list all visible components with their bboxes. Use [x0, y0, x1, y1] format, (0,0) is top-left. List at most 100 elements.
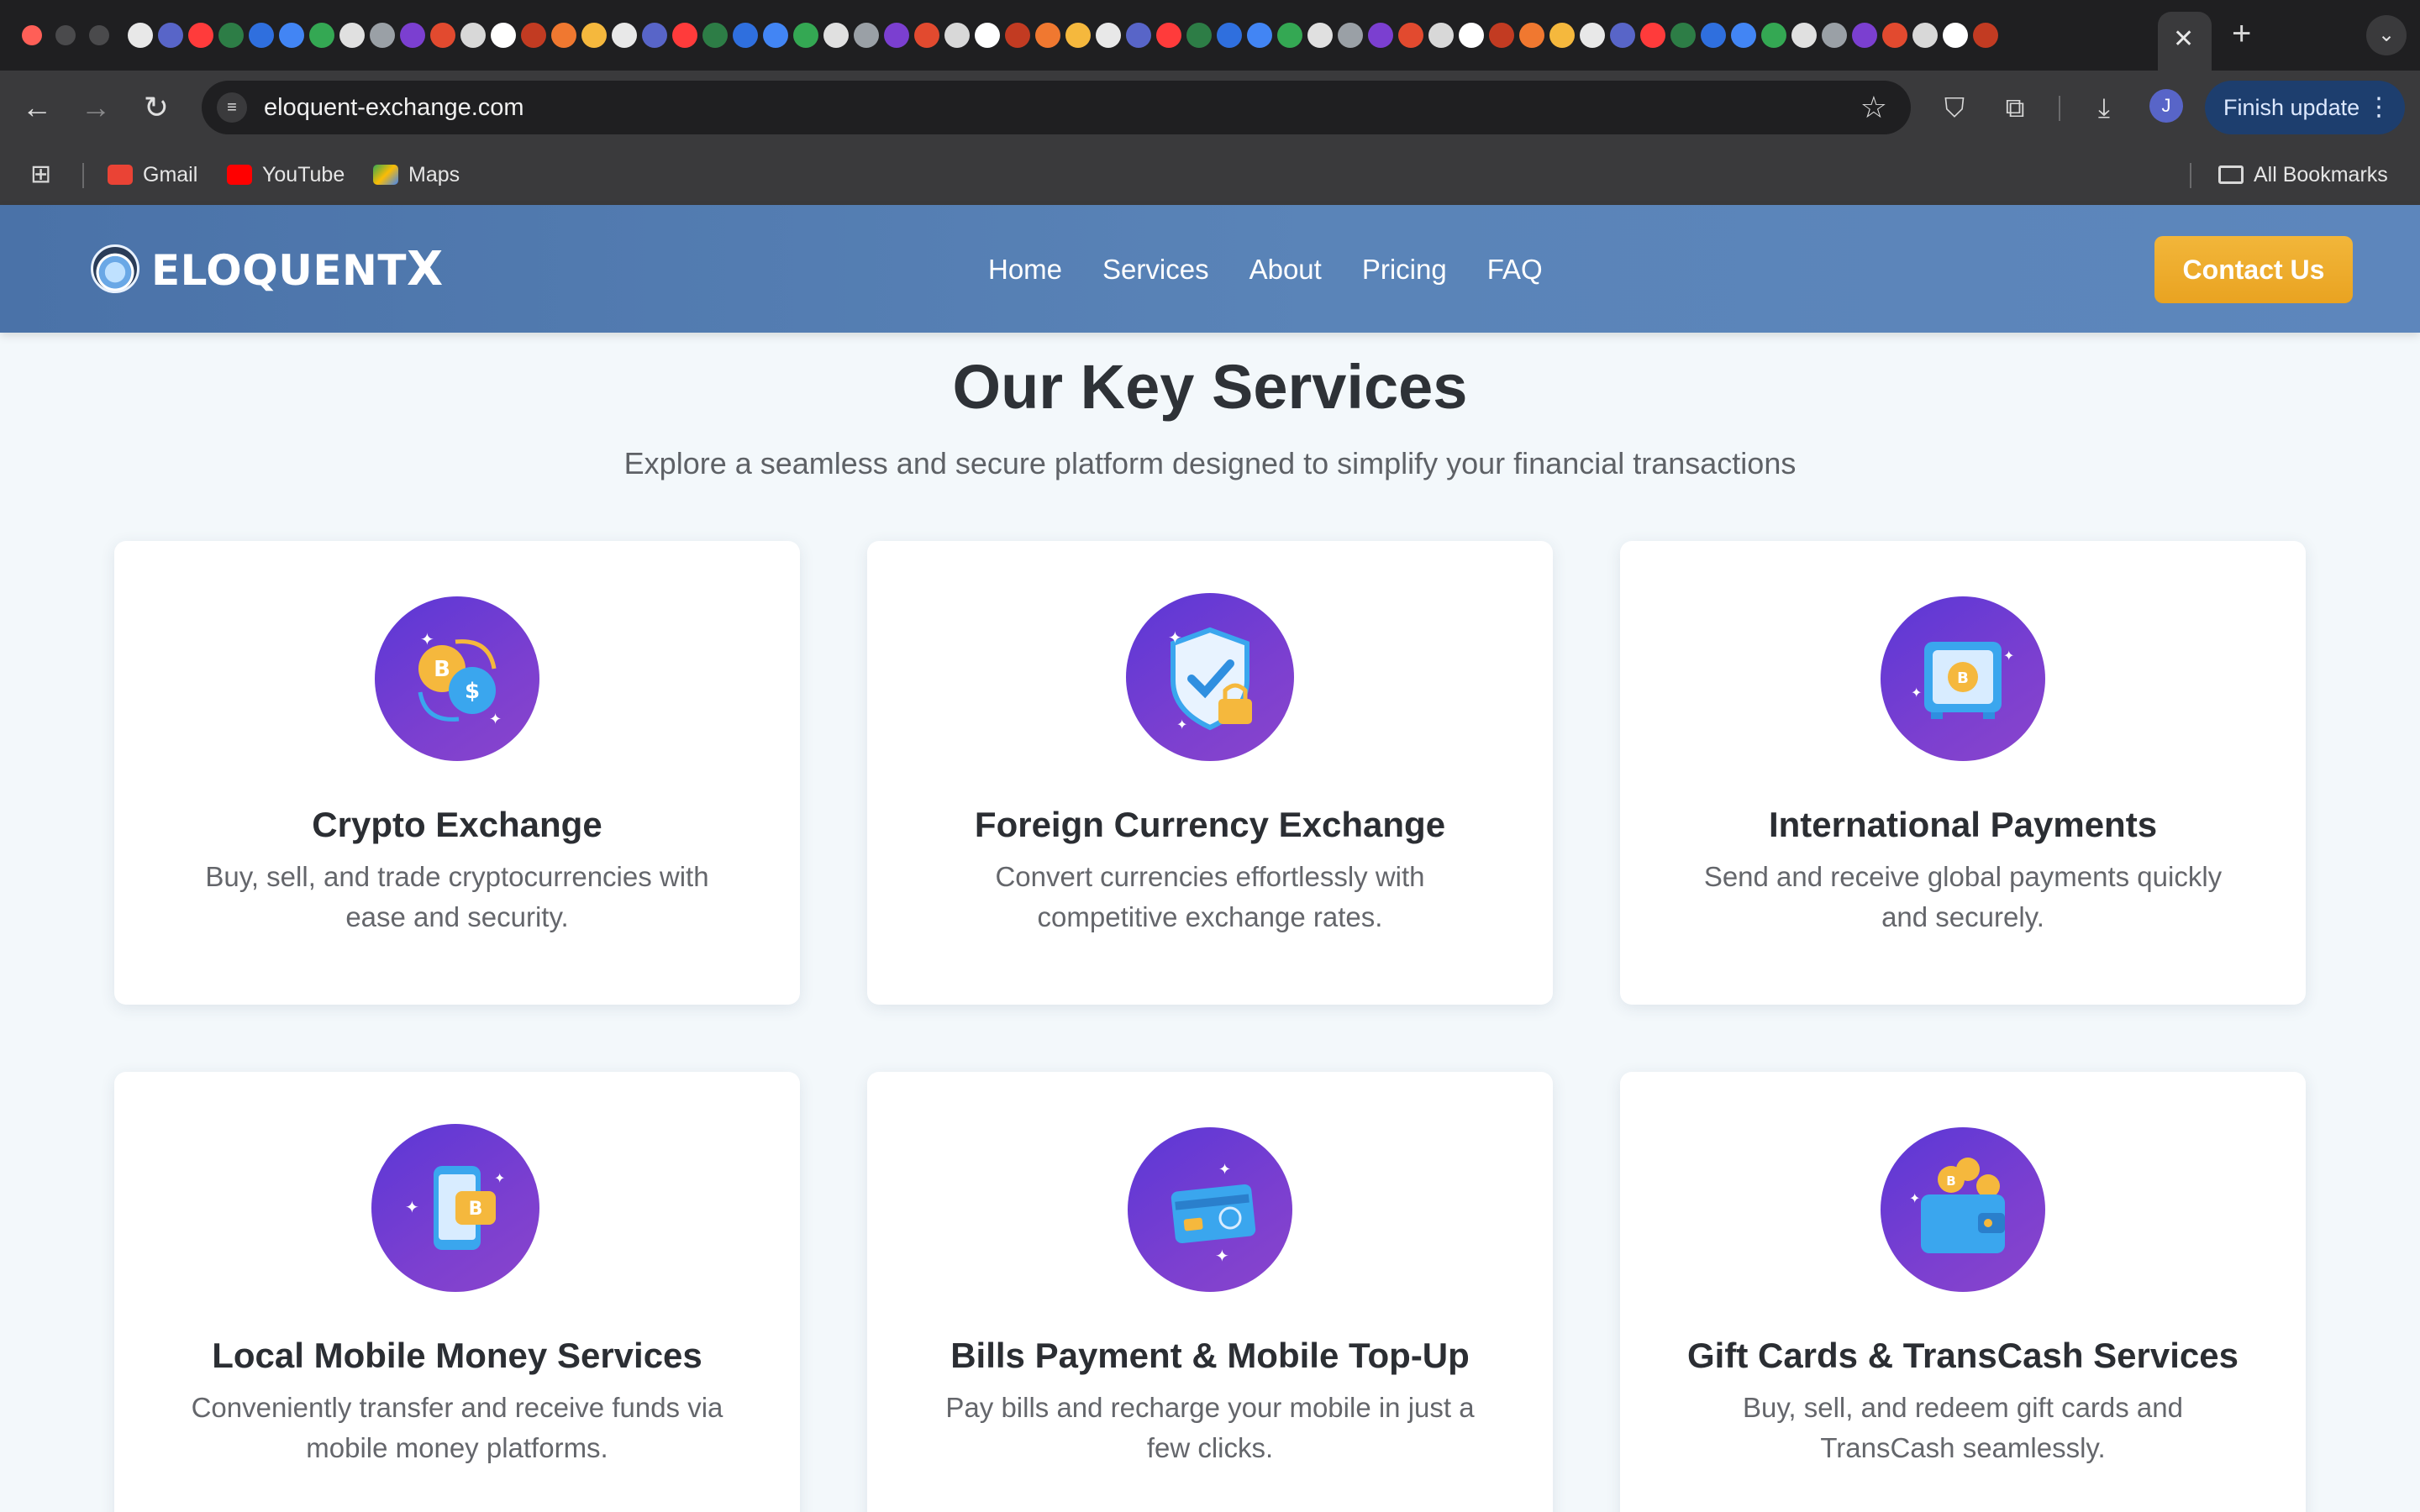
pinned-tab-favicon[interactable]: [1701, 23, 1726, 48]
pinned-tab-favicon[interactable]: [309, 23, 334, 48]
pinned-tab-favicon[interactable]: [1096, 23, 1121, 48]
pinned-tab-favicon[interactable]: [1761, 23, 1786, 48]
pinned-tab-favicon[interactable]: [1126, 23, 1151, 48]
pinned-tab-favicon[interactable]: [823, 23, 849, 48]
nav-about[interactable]: About: [1249, 249, 1322, 291]
pinned-tab-favicon[interactable]: [1912, 23, 1938, 48]
pinned-tab-favicon[interactable]: [763, 23, 788, 48]
pinned-tab-favicon[interactable]: [1882, 23, 1907, 48]
pinned-tab-favicon[interactable]: [1156, 23, 1181, 48]
reload-icon[interactable]: ↻: [138, 89, 175, 126]
pinned-tab-favicon[interactable]: [1519, 23, 1544, 48]
pinned-tab-favicon[interactable]: [1398, 23, 1423, 48]
all-bookmarks-button[interactable]: All Bookmarks: [2218, 160, 2388, 190]
pinned-tab-favicon[interactable]: [218, 23, 244, 48]
extensions-puzzle-icon[interactable]: ⧉: [1996, 89, 2033, 126]
pinned-tab-favicon[interactable]: [188, 23, 213, 48]
finish-update-button[interactable]: Finish update ⋮: [2205, 81, 2405, 134]
service-card-bills[interactable]: ✦ ✦ Bills Payment & Mobile Top-Up Pay bi…: [867, 1072, 1553, 1512]
pinned-tab-favicon[interactable]: [1489, 23, 1514, 48]
window-minimize-button[interactable]: [55, 25, 76, 45]
pinned-tab-favicon[interactable]: [1035, 23, 1060, 48]
site-logo[interactable]: ELOQUENTX: [91, 242, 444, 297]
pinned-tab-favicon[interactable]: [339, 23, 365, 48]
pinned-tab-favicon[interactable]: [1247, 23, 1272, 48]
bookmark-star-icon[interactable]: ☆: [1860, 89, 1887, 126]
service-card-gift-cards[interactable]: B ✦ Gift Cards & TransCash Services Buy,…: [1620, 1072, 2306, 1512]
url-text[interactable]: eloquent-exchange.com: [264, 94, 524, 121]
pinned-tab-favicon[interactable]: [975, 23, 1000, 48]
pinned-tab-favicon[interactable]: [1973, 23, 1998, 48]
pinned-tab-favicon[interactable]: [1580, 23, 1605, 48]
bookmark-youtube[interactable]: YouTube: [227, 160, 345, 190]
site-info-icon[interactable]: ≡: [217, 92, 247, 123]
service-card-crypto[interactable]: B $ ✦ ✦ Crypto Exchange Buy, sell, and t…: [114, 541, 800, 1005]
nav-services[interactable]: Services: [1102, 249, 1209, 291]
service-card-forex[interactable]: ✦ ✦ Foreign Currency Exchange Convert cu…: [867, 541, 1553, 1005]
tab-close-icon[interactable]: ✕: [2173, 27, 2194, 52]
pinned-tab-favicon[interactable]: [1459, 23, 1484, 48]
pinned-tab-favicon[interactable]: [1731, 23, 1756, 48]
pinned-tab-favicon[interactable]: [460, 23, 486, 48]
address-bar[interactable]: ≡ eloquent-exchange.com ☆: [202, 81, 1911, 134]
pinned-tab-favicon[interactable]: [581, 23, 607, 48]
shield-extension-icon[interactable]: ⛉: [1936, 89, 1973, 126]
pinned-tab-favicon[interactable]: [158, 23, 183, 48]
pinned-tab-favicon[interactable]: [1005, 23, 1030, 48]
pinned-tab-favicon[interactable]: [128, 23, 153, 48]
pinned-tab-favicon[interactable]: [1943, 23, 1968, 48]
pinned-tab-favicon[interactable]: [914, 23, 939, 48]
pinned-tab-favicons[interactable]: [128, 20, 2153, 50]
pinned-tab-favicon[interactable]: [612, 23, 637, 48]
pinned-tab-favicon[interactable]: [521, 23, 546, 48]
tab-search-chevron-icon[interactable]: ⌄: [2366, 15, 2407, 55]
pinned-tab-favicon[interactable]: [672, 23, 697, 48]
forward-arrow-icon[interactable]: →: [77, 89, 114, 126]
pinned-tab-favicon[interactable]: [1277, 23, 1302, 48]
pinned-tab-favicon[interactable]: [1186, 23, 1212, 48]
pinned-tab-favicon[interactable]: [551, 23, 576, 48]
bookmark-maps[interactable]: Maps: [373, 160, 460, 190]
pinned-tab-favicon[interactable]: [793, 23, 818, 48]
nav-home[interactable]: Home: [988, 249, 1062, 291]
download-icon[interactable]: ⤓: [2086, 89, 2123, 126]
contact-us-button[interactable]: Contact Us: [2154, 236, 2353, 303]
pinned-tab-favicon[interactable]: [491, 23, 516, 48]
pinned-tab-favicon[interactable]: [642, 23, 667, 48]
pinned-tab-favicon[interactable]: [249, 23, 274, 48]
pinned-tab-favicon[interactable]: [1307, 23, 1333, 48]
pinned-tab-favicon[interactable]: [1791, 23, 1817, 48]
pinned-tab-favicon[interactable]: [1217, 23, 1242, 48]
pinned-tab-favicon[interactable]: [1338, 23, 1363, 48]
pinned-tab-favicon[interactable]: [854, 23, 879, 48]
pinned-tab-favicon[interactable]: [944, 23, 970, 48]
profile-avatar[interactable]: J: [2149, 89, 2183, 123]
window-zoom-button[interactable]: [89, 25, 109, 45]
pinned-tab-favicon[interactable]: [1822, 23, 1847, 48]
service-card-international[interactable]: B ✦ ✦ International Payments Send and re…: [1620, 541, 2306, 1005]
apps-grid-icon[interactable]: ⊞: [30, 161, 57, 188]
back-arrow-icon[interactable]: ←: [18, 89, 55, 126]
pinned-tab-favicon[interactable]: [884, 23, 909, 48]
window-close-button[interactable]: [22, 25, 42, 45]
new-tab-button[interactable]: +: [2232, 17, 2251, 50]
pinned-tab-favicon[interactable]: [400, 23, 425, 48]
nav-pricing[interactable]: Pricing: [1362, 249, 1447, 291]
pinned-tab-favicon[interactable]: [430, 23, 455, 48]
pinned-tab-favicon[interactable]: [1368, 23, 1393, 48]
pinned-tab-favicon[interactable]: [1670, 23, 1696, 48]
pinned-tab-favicon[interactable]: [279, 23, 304, 48]
pinned-tab-favicon[interactable]: [1065, 23, 1091, 48]
pinned-tab-favicon[interactable]: [1852, 23, 1877, 48]
pinned-tab-favicon[interactable]: [1428, 23, 1454, 48]
bookmark-gmail[interactable]: Gmail: [108, 160, 197, 190]
pinned-tab-favicon[interactable]: [1640, 23, 1665, 48]
pinned-tab-favicon[interactable]: [1610, 23, 1635, 48]
service-card-mobile-money[interactable]: B ✦ ✦ Local Mobile Money Services Conven…: [114, 1072, 800, 1512]
active-tab[interactable]: ✕: [2158, 12, 2212, 71]
pinned-tab-favicon[interactable]: [733, 23, 758, 48]
pinned-tab-favicon[interactable]: [370, 23, 395, 48]
menu-kebab-icon[interactable]: ⋮: [2366, 81, 2391, 134]
pinned-tab-favicon[interactable]: [702, 23, 728, 48]
pinned-tab-favicon[interactable]: [1549, 23, 1575, 48]
